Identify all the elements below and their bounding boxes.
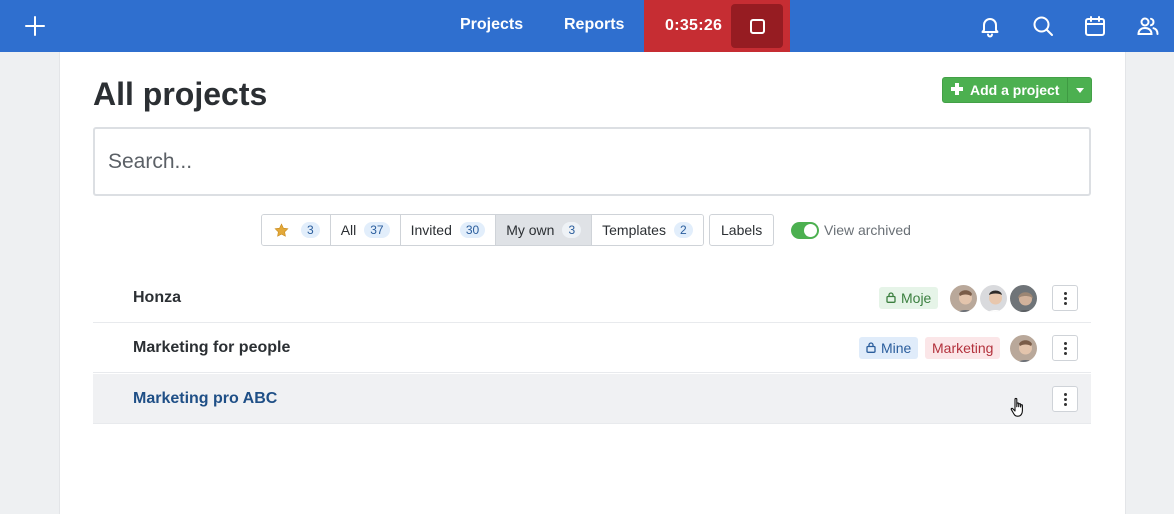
project-name[interactable]: Marketing pro ABC: [133, 390, 277, 408]
avatar[interactable]: [1008, 283, 1039, 314]
add-project-dropdown-toggle[interactable]: [1067, 78, 1091, 102]
avatar[interactable]: [948, 283, 979, 314]
hand-pointer-cursor-icon: [1010, 397, 1023, 417]
project-menu-button[interactable]: [1052, 386, 1078, 412]
view-archived-toggle[interactable]: [791, 222, 819, 239]
view-archived-label: View archived: [824, 222, 911, 238]
timer-elapsed: 0:35:26: [665, 17, 723, 34]
tag-label: Mine: [881, 340, 912, 356]
new-item-plus-icon[interactable]: [21, 12, 49, 40]
star-icon: [274, 222, 289, 237]
plus-icon: [951, 83, 963, 95]
filter-my-own-count: 3: [562, 222, 582, 238]
labels-button[interactable]: Labels: [709, 214, 775, 246]
project-row[interactable]: Marketing pro ABC: [93, 374, 1091, 424]
project-menu-button[interactable]: [1052, 285, 1078, 311]
filter-starred-count: 3: [301, 222, 320, 238]
filter-all-count: 37: [364, 222, 390, 238]
filter-my-own[interactable]: My own 3: [495, 215, 592, 245]
filter-all[interactable]: All 37: [329, 215, 400, 245]
nav-reports-link[interactable]: Reports: [564, 16, 624, 34]
filter-all-label: All: [340, 222, 357, 238]
page-title: All projects: [93, 76, 268, 112]
top-navigation-bar: Projects Reports 0:35:26: [0, 0, 1174, 52]
tag-label: Marketing: [932, 340, 994, 356]
project-menu-button[interactable]: [1052, 335, 1078, 361]
project-row[interactable]: Honza Moje: [93, 273, 1091, 323]
tag-moje[interactable]: Moje: [879, 287, 939, 309]
search-input[interactable]: [93, 127, 1091, 196]
filter-invited[interactable]: Invited 30: [399, 215, 496, 245]
filter-starred[interactable]: 3: [262, 215, 330, 245]
users-icon[interactable]: [1136, 14, 1160, 38]
add-project-button-group: Add a project: [942, 77, 1092, 103]
tag-label: Moje: [901, 290, 932, 306]
timer-stop-button[interactable]: [731, 4, 783, 48]
avatar[interactable]: [1008, 333, 1039, 364]
project-filter-tabs: 3 All 37 Invited 30 My own 3 Templates 2: [261, 214, 704, 246]
bell-icon[interactable]: [978, 14, 1002, 38]
running-timer: 0:35:26: [644, 0, 790, 52]
filter-templates-count: 2: [673, 222, 693, 238]
project-row[interactable]: Marketing for people Mine Marketing: [93, 323, 1091, 373]
project-name[interactable]: Honza: [133, 289, 181, 307]
filter-templates-label: Templates: [602, 222, 666, 238]
stop-icon: [750, 19, 765, 34]
filter-invited-count: 30: [459, 222, 486, 238]
filter-templates[interactable]: Templates 2: [591, 215, 703, 245]
avatar[interactable]: [978, 283, 1009, 314]
lock-icon: [866, 342, 876, 353]
tag-mine[interactable]: Mine: [859, 337, 919, 359]
add-project-label: Add a project: [970, 82, 1060, 98]
nav-projects-link[interactable]: Projects: [460, 16, 523, 34]
calendar-icon[interactable]: [1083, 14, 1107, 38]
add-project-button[interactable]: Add a project: [943, 78, 1067, 102]
lock-icon: [886, 292, 896, 303]
project-name[interactable]: Marketing for people: [133, 339, 290, 357]
search-icon[interactable]: [1031, 14, 1055, 38]
tag-marketing[interactable]: Marketing: [925, 337, 1001, 359]
filter-invited-label: Invited: [410, 222, 452, 238]
filter-my-own-label: My own: [506, 222, 555, 238]
